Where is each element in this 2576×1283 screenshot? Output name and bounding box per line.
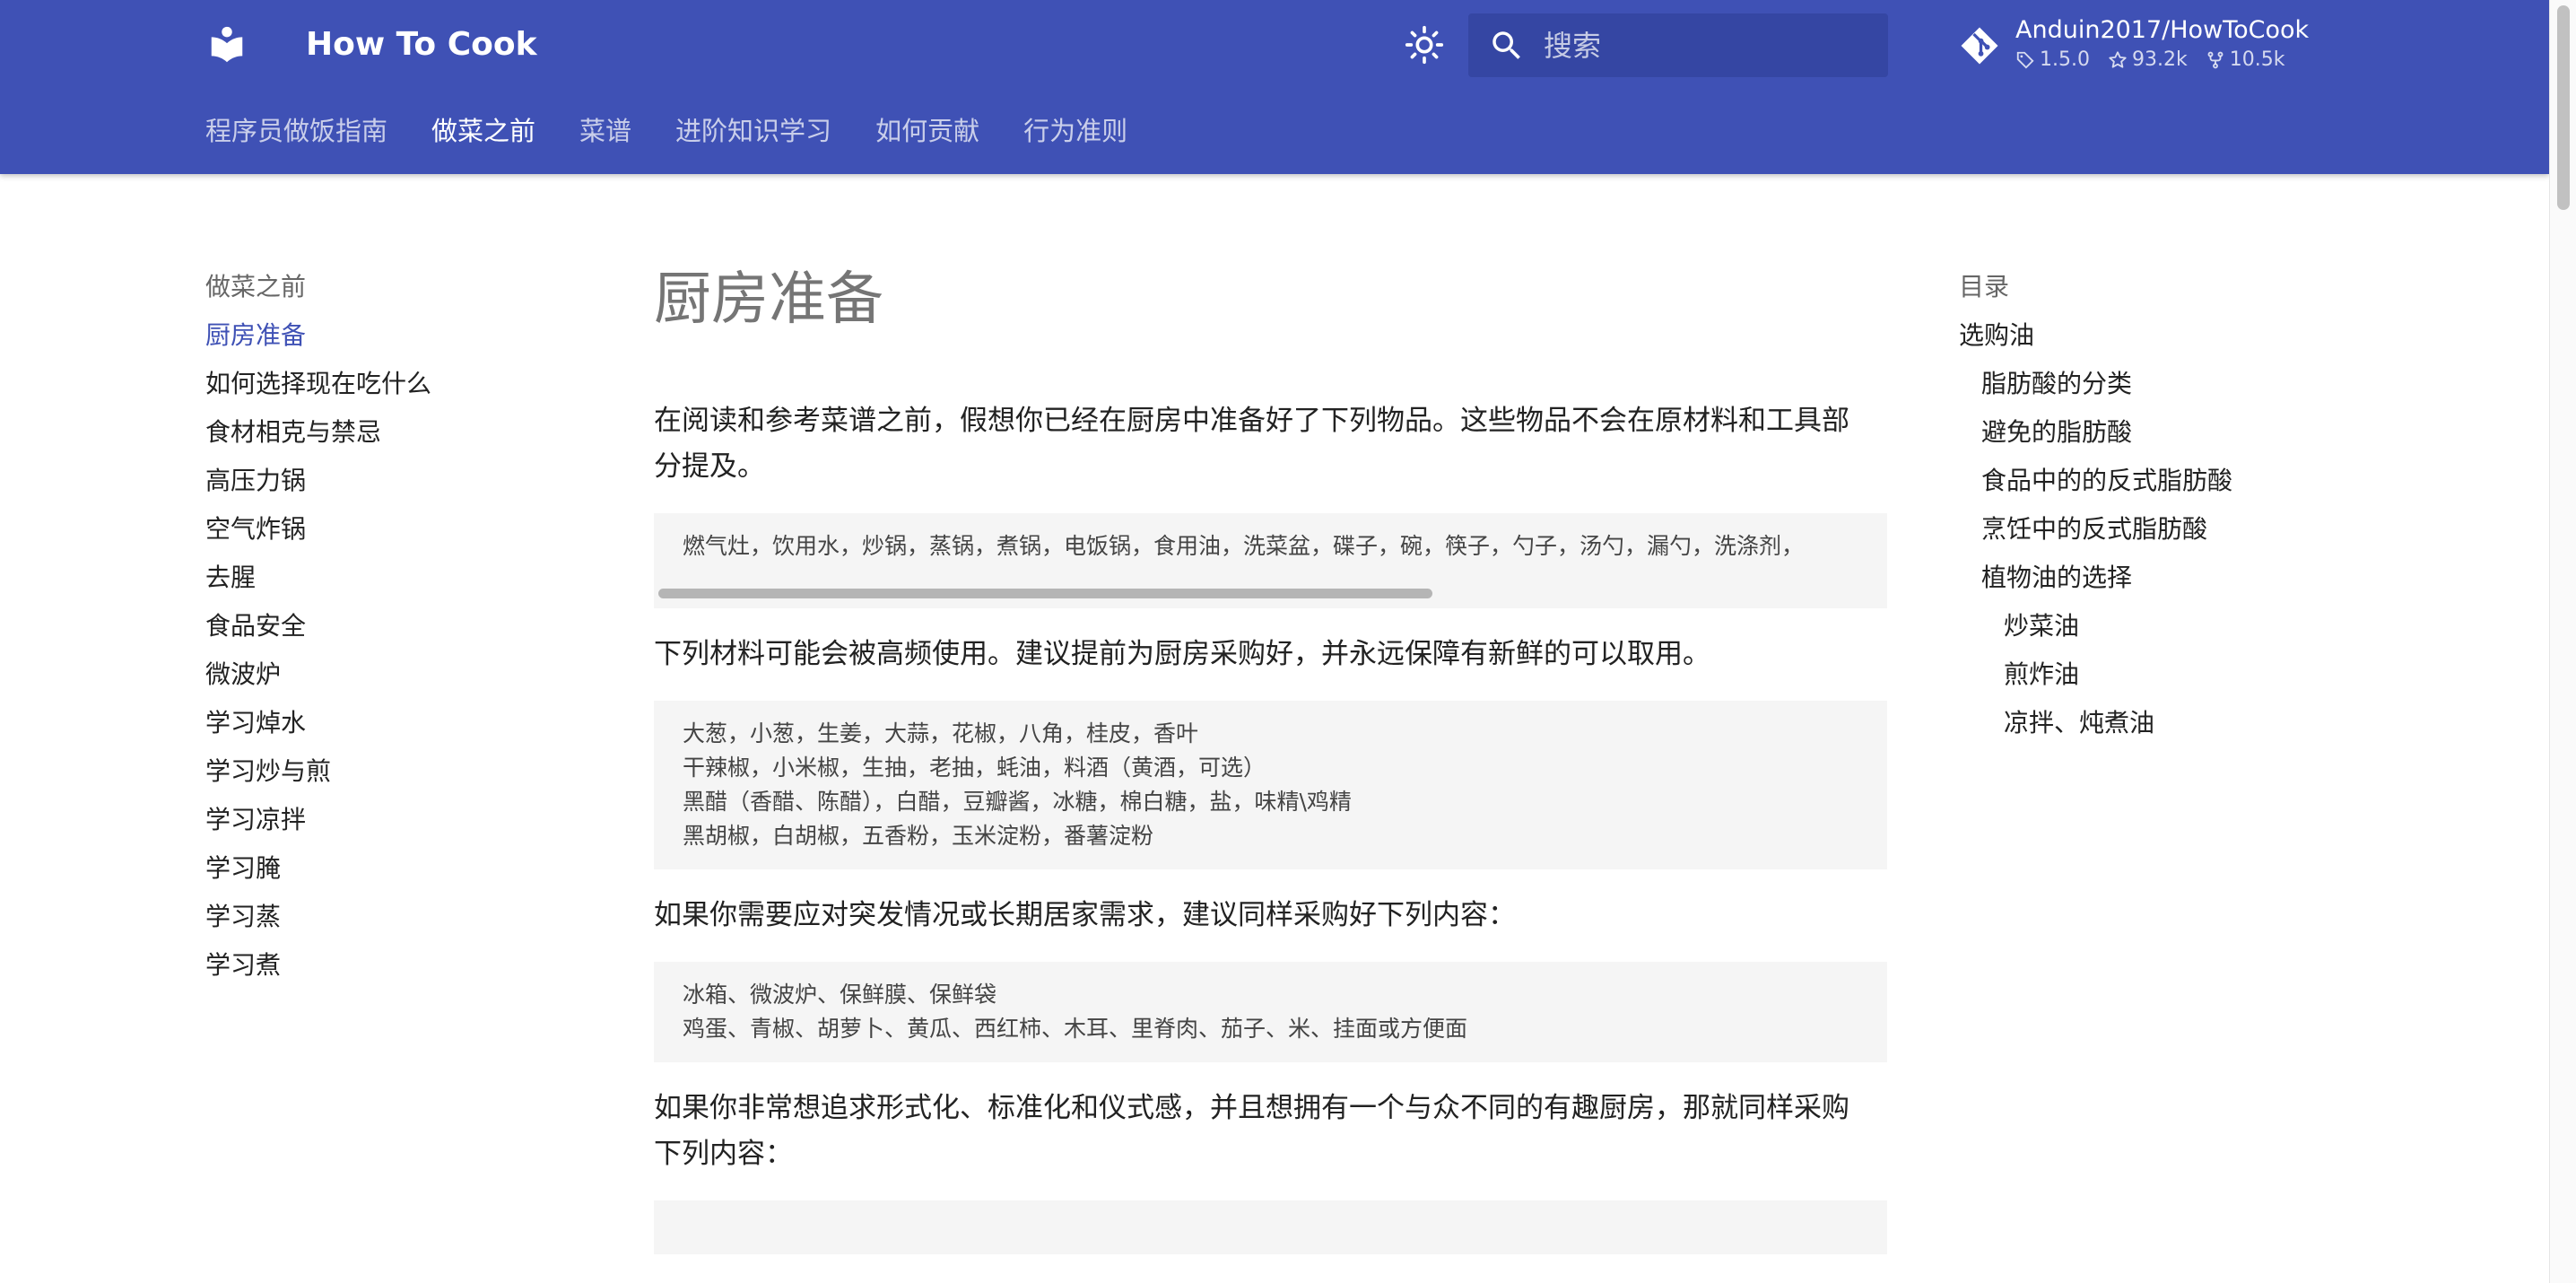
code-line: 大葱，小葱，生姜，大蒜，花椒，八角，桂皮，香叶 (683, 720, 1199, 746)
book-icon[interactable] (206, 23, 248, 65)
intro-line-1: 在阅读和参考菜谱之前，假想你已经在厨房中准备好了下列物品。这些物品不会在原材料和… (654, 405, 1849, 437)
sidebar-item-microwave[interactable]: 微波炉 (205, 657, 431, 693)
git-icon (1961, 27, 1998, 65)
ritual-paragraph: 如果你非常想追求形式化、标准化和仪式感，并且想拥有一个与众不同的有趣厨房，那就同… (654, 1086, 1887, 1177)
toc-item-buy-oil[interactable]: 选购油 (1959, 318, 2232, 353)
stars-fact: 93.2k (2108, 47, 2188, 74)
intro-line-2: 分提及。 (654, 450, 765, 483)
sidebar-item-food-safety[interactable]: 食品安全 (205, 608, 431, 644)
sidebar-item-deodorize[interactable]: 去腥 (205, 560, 431, 596)
sidebar-item-kitchen-prep[interactable]: 厨房准备 (205, 318, 431, 353)
ritual-code-block (654, 1200, 1887, 1254)
ritual-line-2: 下列内容： (654, 1138, 793, 1170)
brightness-icon[interactable] (1405, 25, 1444, 65)
top-header: How To Cook 搜索 Anduin2017/HowToCook 1.5.… (0, 0, 2549, 174)
star-icon (2109, 51, 2127, 68)
repo-facts: 1.5.0 93.2k 10.5k (2015, 47, 2284, 74)
sidebar-item-air-fryer[interactable]: 空气炸锅 (205, 511, 431, 547)
tab-recipes[interactable]: 菜谱 (579, 109, 631, 153)
code-line: 冰箱、微波炉、保鲜膜、保鲜袋 (683, 982, 997, 1008)
emergency-paragraph: 如果你需要应对突发情况或长期居家需求，建议同样采购好下列内容： (654, 899, 1516, 931)
sidebar-item-blanching[interactable]: 学习焯水 (205, 705, 431, 741)
code-line: 黑醋（香醋、陈醋），白醋，豆瓣酱，冰糖，棉白糖，盐，味精\鸡精 (683, 789, 1352, 815)
repo-name: Anduin2017/HowToCook (2015, 16, 2310, 44)
header-tabs: 程序员做饭指南 做菜之前 菜谱 进阶知识学习 如何贡献 行为准则 (205, 109, 1127, 153)
seasonings-code-block: 大葱，小葱，生姜，大蒜，花椒，八角，桂皮，香叶 干辣椒，小米椒，生抽，老抽，蚝油… (654, 701, 1887, 869)
sidebar-item-cold-dish[interactable]: 学习凉拌 (205, 802, 431, 838)
table-of-contents: 目录 选购油 脂肪酸的分类 避免的脂肪酸 食品中的的反式脂肪酸 烹饪中的反式脂肪… (1959, 269, 2232, 754)
tab-contribute[interactable]: 如何贡献 (875, 109, 979, 153)
tag-icon (2016, 51, 2034, 69)
essential-items-text: 燃气灶，饮用水，炒锅，蒸锅，煮锅，电饭锅，食用油，洗菜盆，碟子，碗，筷子，勺子，… (683, 533, 1805, 559)
toc-item-trans-fat-in-food[interactable]: 食品中的的反式脂肪酸 (1959, 463, 2232, 499)
sidebar-item-marinate[interactable]: 学习腌 (205, 851, 431, 886)
ritual-line-1: 如果你非常想追求形式化、标准化和仪式感，并且想拥有一个与众不同的有趣厨房，那就同… (654, 1092, 1849, 1124)
version-fact: 1.5.0 (2015, 47, 2090, 74)
tab-advanced[interactable]: 进阶知识学习 (675, 109, 831, 153)
search-input[interactable] (1542, 27, 1868, 64)
intro-paragraph: 在阅读和参考菜谱之前，假想你已经在厨房中准备好了下列物品。这些物品不会在原材料和… (654, 398, 1887, 490)
toc-item-fatty-acid-types[interactable]: 脂肪酸的分类 (1959, 366, 2232, 402)
toc-item-vegetable-oil-choice[interactable]: 植物油的选择 (1959, 560, 2232, 596)
page-scrollbar-thumb[interactable] (2557, 5, 2570, 210)
forks-fact: 10.5k (2206, 47, 2285, 74)
code-line: 黑胡椒，白胡椒，五香粉，玉米淀粉，番薯淀粉 (683, 823, 1154, 849)
toc-item-stir-fry-oil[interactable]: 炒菜油 (1959, 608, 2232, 644)
forks-count: 10.5k (2229, 48, 2285, 71)
sidebar-item-pressure-cooker[interactable]: 高压力锅 (205, 463, 431, 499)
sidebar-item-boil[interactable]: 学习煮 (205, 947, 431, 983)
tab-before-cooking[interactable]: 做菜之前 (431, 109, 535, 153)
sidebar-item-choose-food[interactable]: 如何选择现在吃什么 (205, 366, 431, 402)
version-label: 1.5.0 (2040, 48, 2090, 71)
toc-item-trans-fat-in-cooking[interactable]: 烹饪中的反式脂肪酸 (1959, 511, 2232, 547)
sidebar-title[interactable]: 做菜之前 (205, 269, 431, 305)
site-title[interactable]: How To Cook (306, 20, 537, 70)
toc-item-avoid-fatty-acids[interactable]: 避免的脂肪酸 (1959, 415, 2232, 450)
main-content: 厨房准备 在阅读和参考菜谱之前，假想你已经在厨房中准备好了下列物品。这些物品不会… (654, 260, 1887, 1254)
sidebar-item-food-taboo[interactable]: 食材相克与禁忌 (205, 415, 431, 450)
search-icon (1493, 31, 1520, 59)
essential-items-code-block[interactable]: 燃气灶，饮用水，炒锅，蒸锅，煮锅，电饭锅，食用油，洗菜盆，碟子，碗，筷子，勺子，… (654, 513, 1887, 608)
toc-item-frying-oil[interactable]: 煎炸油 (1959, 657, 2232, 693)
code-line: 干辣椒，小米椒，生抽，老抽，蚝油，料酒（黄酒，可选） (683, 755, 1266, 781)
sidebar-item-steam[interactable]: 学习蒸 (205, 899, 431, 935)
tab-code-of-conduct[interactable]: 行为准则 (1023, 109, 1127, 153)
high-frequency-paragraph: 下列材料可能会被高频使用。建议提前为厨房采购好，并永远保障有新鲜的可以取用。 (654, 638, 1710, 670)
code-line: 鸡蛋、青椒、胡萝卜、黄瓜、西红柿、木耳、里脊肉、茄子、米、挂面或方便面 (683, 1016, 1468, 1042)
fork-icon (2207, 51, 2224, 69)
tab-guide[interactable]: 程序员做饭指南 (205, 109, 387, 153)
sidebar-nav: 做菜之前 厨房准备 如何选择现在吃什么 食材相克与禁忌 高压力锅 空气炸锅 去腥… (205, 269, 431, 996)
horizontal-scrollbar[interactable] (658, 589, 1432, 598)
search-box[interactable] (1468, 13, 1888, 77)
page-title: 厨房准备 (654, 266, 883, 333)
toc-title: 目录 (1959, 272, 2010, 301)
page-scrollbar[interactable] (2549, 0, 2576, 1283)
sidebar-item-stir-fry[interactable]: 学习炒与煎 (205, 754, 431, 790)
stars-count: 93.2k (2131, 48, 2188, 71)
toc-item-cold-stew-oil[interactable]: 凉拌、炖煮油 (1959, 705, 2232, 741)
emergency-code-block: 冰箱、微波炉、保鲜膜、保鲜袋 鸡蛋、青椒、胡萝卜、黄瓜、西红柿、木耳、里脊肉、茄… (654, 962, 1887, 1062)
